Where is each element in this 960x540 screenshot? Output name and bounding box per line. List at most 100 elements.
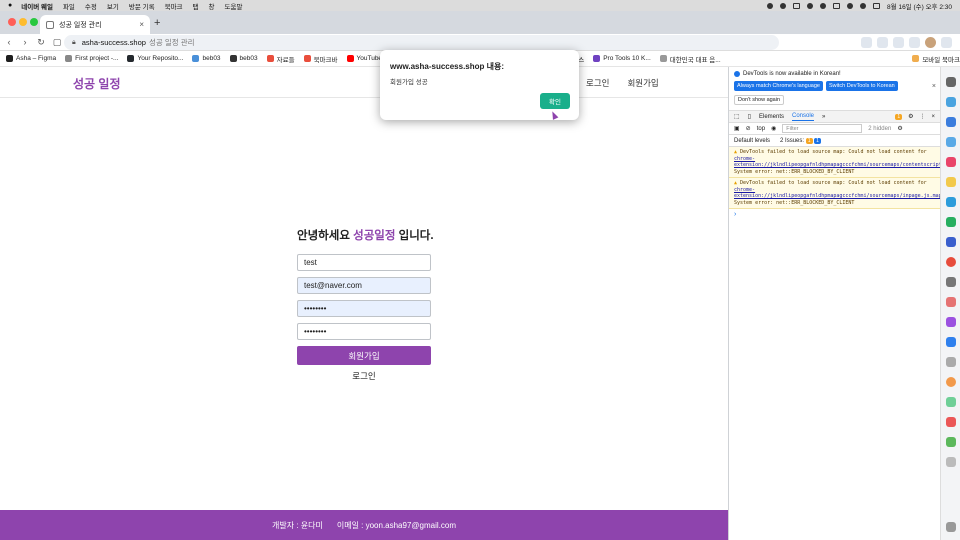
menu-edit[interactable]: 수정: [85, 1, 97, 11]
email-field[interactable]: test@naver.com: [297, 277, 431, 294]
extension-icon[interactable]: [893, 37, 904, 48]
sidepanel-app-icon[interactable]: [946, 377, 956, 387]
sidepanel-app-icon[interactable]: [946, 137, 956, 147]
sidepanel-app-icon[interactable]: [946, 97, 956, 107]
device-toolbar-icon[interactable]: ▯: [748, 113, 751, 120]
tab-close-icon[interactable]: ×: [139, 20, 144, 29]
tab-elements[interactable]: Elements: [759, 114, 784, 120]
console-filter-input[interactable]: Filter: [782, 124, 863, 133]
battery-icon[interactable]: [833, 2, 841, 9]
extension-icon[interactable]: [909, 37, 920, 48]
menu-history[interactable]: 방문 기록: [129, 1, 155, 11]
sidebar-toggle-icon[interactable]: ▣: [734, 125, 740, 132]
profile-avatar-icon[interactable]: [925, 37, 936, 48]
nav-signup-link[interactable]: 회원가입: [627, 77, 658, 89]
sidepanel-app-icon[interactable]: [946, 257, 956, 267]
menu-icon[interactable]: [941, 37, 952, 48]
bookmark-item[interactable]: beb03: [229, 55, 258, 62]
search-icon[interactable]: [860, 2, 867, 9]
dialog-ok-button[interactable]: 확인: [540, 93, 570, 109]
menu-help[interactable]: 도움말: [225, 1, 243, 11]
username-field[interactable]: test: [297, 254, 431, 271]
close-notice-icon[interactable]: ×: [932, 83, 936, 90]
wifi-icon[interactable]: [847, 2, 854, 9]
password-field[interactable]: ••••••••: [297, 300, 431, 317]
pin-icon[interactable]: [946, 522, 956, 532]
close-devtools-icon[interactable]: ×: [931, 114, 935, 120]
levels-dropdown[interactable]: Default levels: [734, 138, 770, 144]
sidepanel-app-icon[interactable]: [946, 277, 956, 287]
menu-file[interactable]: 파일: [63, 1, 75, 11]
menu-bookmarks[interactable]: 북마크: [165, 1, 183, 11]
sidepanel-app-icon[interactable]: [946, 417, 956, 427]
sidepanel-app-icon[interactable]: [946, 297, 956, 307]
lock-icon[interactable]: 🔒︎: [72, 39, 76, 47]
sidepanel-app-icon[interactable]: [946, 237, 956, 247]
issues-button[interactable]: 2 Issues: 1 1: [780, 137, 821, 144]
address-bar[interactable]: 🔒︎ asha-success.shop 성공 일정 관리: [64, 35, 779, 50]
nav-login-link[interactable]: 로그인: [586, 77, 609, 89]
sidepanel-app-icon[interactable]: [946, 357, 956, 367]
more-options-icon[interactable]: ⋮: [919, 113, 925, 120]
home-icon[interactable]: ▢: [50, 37, 64, 48]
bookmark-item[interactable]: Pro Tools 10 K...: [593, 55, 651, 62]
console-prompt[interactable]: ›: [729, 209, 940, 220]
apple-menu-icon[interactable]: ●: [8, 2, 12, 9]
switch-korean-button[interactable]: Switch DevTools to Korean: [825, 81, 898, 91]
message-link[interactable]: chrome-extension://jklndlipeopgafnldhpma…: [734, 187, 942, 200]
bookmark-item[interactable]: 북마크바: [303, 54, 338, 64]
eye-icon[interactable]: ◉: [771, 125, 776, 132]
tab-more[interactable]: »: [822, 114, 825, 120]
sidepanel-app-icon[interactable]: [946, 437, 956, 447]
menu-app-name[interactable]: 네이버 웨일: [21, 1, 53, 11]
bookmark-item[interactable]: First project -...: [65, 55, 118, 62]
site-brand[interactable]: 성공 일정: [73, 75, 121, 92]
sidepanel-app-icon[interactable]: [946, 157, 956, 167]
password-confirm-field[interactable]: ••••••••: [297, 323, 431, 340]
console-settings-icon[interactable]: ⚙: [897, 125, 902, 132]
sidepanel-app-icon[interactable]: [946, 177, 956, 187]
control-center-icon[interactable]: [873, 2, 881, 9]
login-link[interactable]: 로그인: [297, 370, 431, 382]
status-app-icon[interactable]: [767, 2, 774, 9]
forward-icon[interactable]: ›: [18, 37, 32, 47]
status-app-icon[interactable]: [793, 2, 801, 9]
browser-tab-active[interactable]: 성공 일정 관리 ×: [40, 15, 150, 34]
reload-icon[interactable]: ↻: [34, 37, 48, 48]
bookmark-item[interactable]: 자료들: [266, 54, 295, 64]
match-language-button[interactable]: Always match Chrome's language: [734, 81, 823, 91]
window-close-icon[interactable]: [8, 18, 16, 26]
clear-console-icon[interactable]: ⊘: [746, 125, 751, 132]
status-app-icon[interactable]: [780, 2, 787, 9]
sidepanel-app-icon[interactable]: [946, 397, 956, 407]
sidepanel-app-icon[interactable]: [946, 197, 956, 207]
bookmark-item[interactable]: 모바일 북마크: [912, 54, 960, 64]
context-select[interactable]: top: [757, 126, 765, 132]
menu-window[interactable]: 창: [209, 1, 215, 11]
bookmark-item[interactable]: Asha – Figma: [6, 55, 56, 62]
signup-submit-button[interactable]: 회원가입: [297, 346, 431, 365]
sidepanel-app-icon[interactable]: [946, 317, 956, 327]
dont-show-again-button[interactable]: Don't show again: [734, 95, 785, 105]
settings-gear-icon[interactable]: ⚙: [908, 113, 913, 120]
window-minimize-icon[interactable]: [19, 18, 27, 26]
bookmark-item[interactable]: Your Reposito...: [127, 55, 183, 62]
window-zoom-icon[interactable]: [30, 18, 38, 26]
sidepanel-app-icon[interactable]: [946, 217, 956, 227]
back-icon[interactable]: ‹: [2, 37, 16, 47]
bookmark-item[interactable]: beb03: [192, 55, 221, 62]
sidepanel-app-icon[interactable]: [946, 117, 956, 127]
menu-view[interactable]: 보기: [107, 1, 119, 11]
bluetooth-icon[interactable]: [807, 2, 814, 9]
bookmark-item[interactable]: 대한민국 대표 음...: [659, 54, 721, 64]
sidepanel-app-icon[interactable]: [946, 77, 956, 87]
new-tab-icon[interactable]: +: [154, 17, 160, 29]
inspect-icon[interactable]: ⬚: [734, 113, 740, 120]
menubar-clock[interactable]: 8월 16일 (수) 오후 2:30: [887, 1, 952, 11]
extension-icon[interactable]: [877, 37, 888, 48]
extension-icon[interactable]: [861, 37, 872, 48]
menu-tab[interactable]: 탭: [193, 1, 199, 11]
sidepanel-app-icon[interactable]: [946, 337, 956, 347]
tab-console[interactable]: Console: [792, 113, 815, 121]
volume-icon[interactable]: [820, 2, 827, 9]
